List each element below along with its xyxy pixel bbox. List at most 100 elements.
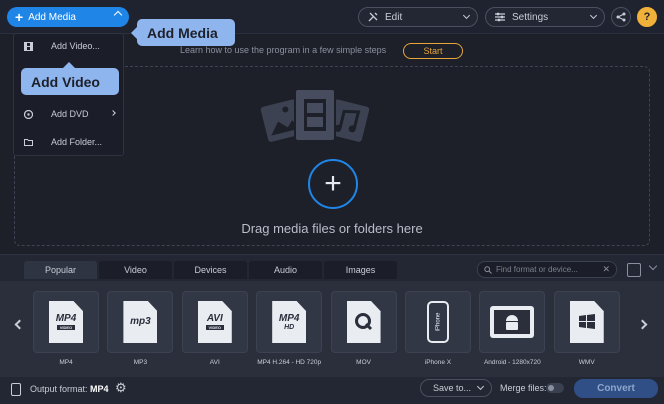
menu-item-add-video[interactable]: Add Video... [14, 34, 125, 58]
tab-devices[interactable]: Devices [174, 261, 247, 279]
preset-label: iPhone X [424, 359, 452, 366]
settings-button[interactable]: Settings [485, 7, 605, 27]
top-toolbar: + Add Media Edit Settings ? [0, 0, 664, 34]
preset-badge-sub: VIDEO [205, 325, 224, 330]
preset-card[interactable]: AVI VIDEO [181, 291, 248, 353]
preset-android[interactable]: Android - 1280x720 [479, 291, 546, 366]
preset-label: MOV [356, 359, 371, 366]
merge-files-toggle[interactable] [546, 383, 564, 393]
media-files-illustration-icon [260, 88, 370, 142]
format-settings-button[interactable] [627, 263, 641, 277]
preset-label: MP3 [133, 359, 148, 366]
format-presets-strip: MP4 VIDEO MP4 mp3 MP3 AVI VIDEO AVI MP4 … [0, 281, 664, 377]
film-icon [24, 41, 33, 51]
preset-badge: mp3 [130, 316, 151, 327]
preset-iphone-x[interactable]: iPhone iPhone X [404, 291, 471, 366]
preset-badge: MP4 [278, 312, 300, 324]
collapse-panel-icon[interactable] [648, 261, 658, 271]
help-icon: ? [643, 11, 651, 23]
preset-label: Android - 1280x720 [483, 359, 541, 366]
menu-item-label: Add Folder... [51, 137, 103, 147]
chevron-down-icon [462, 11, 471, 20]
status-bar: Output format: MP4 ⚙ Save to... Merge fi… [0, 374, 664, 404]
preset-mov[interactable]: MOV [330, 291, 397, 366]
format-search-input[interactable] [496, 265, 606, 274]
output-file-icon [11, 383, 21, 396]
tutorial-text: Learn how to use the program in a few si… [180, 45, 387, 55]
scroll-left-icon[interactable] [14, 319, 25, 330]
menu-item-add-dvd[interactable]: Add DVD [14, 102, 125, 126]
menu-item-add-folder[interactable]: Add Folder... [14, 130, 125, 154]
output-settings-gear-icon[interactable]: ⚙ [115, 380, 127, 396]
preset-wmv[interactable]: WMV [553, 291, 620, 366]
format-search[interactable]: ✕ [477, 261, 617, 278]
edit-label: Edit [385, 11, 403, 23]
add-media-tooltip: Add Media [131, 19, 235, 46]
menu-item-label: Add Video... [51, 41, 100, 51]
tools-icon [368, 12, 378, 22]
preset-badge: AVI [206, 313, 223, 324]
save-to-dropdown[interactable]: Save to... [420, 379, 492, 397]
mp4-file-icon: MP4 VIDEO [49, 301, 83, 343]
search-icon [484, 265, 492, 274]
quicktime-icon [346, 301, 381, 343]
chevron-down-icon [589, 11, 598, 20]
preset-label: AVI [209, 359, 220, 366]
scroll-right-icon[interactable] [637, 319, 648, 330]
preset-card[interactable] [479, 291, 546, 353]
chevron-right-icon [110, 110, 116, 116]
output-format-value: MP4 [90, 384, 109, 394]
folder-icon [24, 138, 33, 146]
help-button[interactable]: ? [637, 7, 657, 27]
preset-mp4[interactable]: MP4 VIDEO MP4 [33, 291, 99, 366]
chevron-down-icon [476, 382, 485, 391]
format-tabs: Popular Video Devices Audio Images [24, 261, 399, 279]
preset-badge-sub: VIDEO [56, 325, 76, 330]
chevron-up-icon [113, 10, 123, 20]
iphone-icon: iPhone [426, 301, 449, 343]
preset-badge-sub: HD [284, 323, 295, 331]
tab-popular[interactable]: Popular [24, 261, 97, 279]
merge-files-label: Merge files: [500, 383, 547, 393]
preset-mp4-hd[interactable]: MP4 HD MP4 H.264 - HD 720p [256, 291, 323, 366]
preset-badge: MP4 [55, 313, 77, 324]
add-media-button[interactable]: + Add Media [7, 7, 129, 27]
preset-badge: iPhone [434, 312, 441, 332]
edit-button[interactable]: Edit [358, 7, 478, 27]
tab-images[interactable]: Images [324, 261, 397, 279]
preset-card[interactable]: mp3 [107, 291, 174, 353]
preset-label: MP4 [59, 359, 73, 366]
add-files-plus-icon[interactable]: + [308, 159, 358, 209]
tab-audio[interactable]: Audio [249, 261, 322, 279]
save-to-label: Save to... [433, 383, 472, 393]
preset-label: MP4 H.264 - HD 720p [257, 359, 322, 366]
start-tutorial-button[interactable]: Start [403, 43, 463, 59]
preset-mp3[interactable]: mp3 MP3 [107, 291, 174, 366]
sliders-icon [495, 12, 505, 22]
add-media-label: Add Media [28, 11, 76, 23]
convert-button[interactable]: Convert [574, 379, 658, 398]
mp3-file-icon: mp3 [123, 301, 158, 343]
preset-card[interactable]: iPhone [404, 291, 471, 353]
output-format-label: Output format: [30, 384, 88, 394]
preset-card[interactable] [553, 291, 620, 353]
preset-card[interactable] [330, 291, 397, 353]
preset-avi[interactable]: AVI VIDEO AVI [181, 291, 248, 366]
android-tablet-icon [490, 306, 535, 338]
plus-icon: + [15, 9, 24, 25]
mp4-hd-file-icon: MP4 HD [272, 301, 307, 343]
preset-label: WMV [578, 359, 595, 366]
clear-search-icon[interactable]: ✕ [602, 264, 610, 275]
presets-list: MP4 VIDEO MP4 mp3 MP3 AVI VIDEO AVI MP4 … [33, 291, 628, 366]
add-video-tooltip: Add Video [21, 62, 119, 95]
tab-video[interactable]: Video [99, 261, 172, 279]
share-button[interactable] [611, 7, 631, 27]
preset-card[interactable]: MP4 HD [256, 291, 323, 353]
menu-item-label: Add DVD [51, 109, 89, 119]
drop-zone-text: Drag media files or folders here [241, 221, 423, 236]
disc-icon [24, 109, 33, 119]
share-icon [616, 12, 626, 22]
preset-card[interactable]: MP4 VIDEO [33, 291, 99, 353]
windows-file-icon [569, 301, 604, 343]
avi-file-icon: AVI VIDEO [197, 301, 232, 343]
